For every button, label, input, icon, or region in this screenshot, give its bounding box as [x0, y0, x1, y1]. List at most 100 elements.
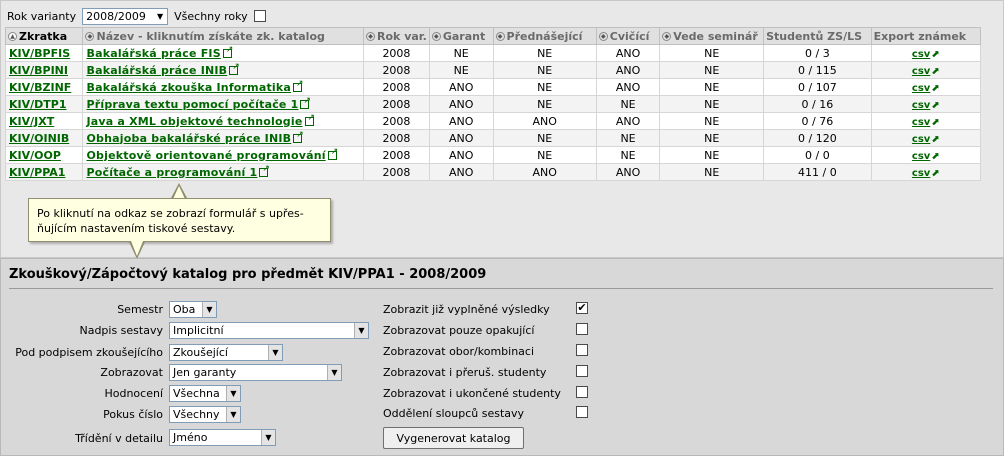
course-code-link[interactable]: KIV/BPINI: [9, 64, 68, 77]
external-link-icon: [300, 96, 311, 109]
lecturer-cell: NE: [492, 95, 597, 113]
col-garant[interactable]: ◆ Garant: [428, 27, 494, 45]
export-icon: ⬈: [931, 48, 940, 60]
option-label: Oddělení sloupců sestavy: [383, 407, 525, 420]
csv-export-link[interactable]: csv: [912, 83, 930, 94]
students-cell: 411 / 0: [763, 163, 872, 181]
course-code-link[interactable]: KIV/BZINF: [9, 81, 71, 94]
tutor-cell: ANO: [595, 78, 661, 96]
col-lecturer[interactable]: ◆ Přednášející: [492, 27, 597, 45]
option-checkbox-field[interactable]: [576, 344, 588, 356]
csv-export-link[interactable]: csv: [912, 100, 930, 111]
col-name[interactable]: ◆ Název - kliknutím získáte zk. katalog: [82, 27, 365, 45]
zobrazovat-label: Zobrazovat: [100, 366, 163, 379]
course-code-link[interactable]: KIV/OINIB: [9, 132, 69, 145]
chevron-down-icon: ▼: [327, 365, 341, 380]
option-checkbox-finished[interactable]: [576, 386, 588, 398]
nadpis-select[interactable]: Implicitní ▼: [169, 322, 369, 339]
table-row: KIV/BZINF Bakalářská zkouška Informatika…: [4, 78, 982, 96]
tooltip-arrow-down-fill: [131, 241, 143, 256]
lecturer-cell: NE: [492, 44, 597, 62]
garant-cell: ANO: [428, 112, 494, 130]
course-name-link[interactable]: Bakalářská zkouška Informatika: [86, 81, 291, 94]
export-icon: ⬈: [931, 150, 940, 162]
tutor-cell: NE: [595, 129, 661, 147]
sort-icon: ◆: [598, 32, 608, 41]
pokus-select[interactable]: Všechny ▼: [169, 406, 241, 423]
option-checkbox-interrupted[interactable]: [576, 365, 588, 377]
hodnoceni-select[interactable]: Všechna ▼: [169, 385, 241, 402]
semestr-label: Semestr: [117, 303, 163, 316]
sort-icon: ◆: [431, 32, 441, 41]
seminar-cell: NE: [659, 95, 765, 113]
seminar-cell: NE: [659, 163, 765, 181]
generate-catalog-button[interactable]: Vygenerovat katalog: [383, 427, 524, 449]
garant-cell: ANO: [428, 78, 494, 96]
csv-export-link[interactable]: csv: [912, 117, 930, 128]
col-students: Studentů ZS/LS: [763, 27, 872, 45]
course-name-link[interactable]: Příprava textu pomocí počítače 1: [86, 98, 298, 111]
csv-export-link[interactable]: csv: [912, 151, 930, 162]
course-code-link[interactable]: KIV/PPA1: [9, 166, 65, 179]
garant-cell: ANO: [428, 129, 494, 147]
year-cell: 2008: [363, 129, 430, 147]
csv-export-link[interactable]: csv: [912, 134, 930, 145]
students-cell: 0 / 76: [763, 112, 872, 130]
filter-bar: Rok varianty 2008/2009 ▼ Všechny roky: [7, 7, 266, 25]
export-icon: ⬈: [931, 82, 940, 94]
all-years-checkbox[interactable]: [253, 10, 266, 22]
course-name-link[interactable]: Obhajoba bakalářské práce INIB: [86, 132, 291, 145]
external-link-icon: [327, 147, 338, 160]
col-tutor[interactable]: ◆ Cvičící: [595, 27, 661, 45]
export-icon: ⬈: [931, 116, 940, 128]
csv-export-link[interactable]: csv: [912, 66, 930, 77]
tutor-cell: ANO: [595, 163, 661, 181]
semestr-value: Oba: [173, 303, 196, 316]
table-row: KIV/PPA1 Počítače a programování 1 2008 …: [4, 163, 982, 181]
course-code-link[interactable]: KIV/JXT: [9, 115, 54, 128]
podpis-select[interactable]: Zkoušející ▼: [169, 344, 283, 361]
podpis-label: Pod podpisem zkoušejícího: [15, 346, 163, 359]
course-list-panel: Rok varianty 2008/2009 ▼ Všechny roky ▲ Z…: [0, 0, 1004, 259]
sort-icon: ◆: [495, 32, 505, 41]
chevron-down-icon: ▼: [226, 386, 240, 401]
hodnoceni-value: Všechna: [173, 387, 220, 400]
zobrazovat-select[interactable]: Jen garanty ▼: [169, 364, 342, 381]
export-icon: ⬈: [931, 167, 940, 179]
students-cell: 0 / 16: [763, 95, 872, 113]
lecturer-cell: NE: [492, 78, 597, 96]
csv-export-link[interactable]: csv: [912, 168, 930, 179]
option-checkbox-filled-results[interactable]: ✔: [576, 302, 588, 314]
export-icon: ⬈: [931, 133, 940, 145]
col-year[interactable]: ◆ Rok var.: [363, 27, 430, 45]
course-code-link[interactable]: KIV/DTP1: [9, 98, 67, 111]
chevron-down-icon: ▼: [226, 407, 240, 422]
external-link-icon: [229, 62, 240, 75]
option-label: Zobrazovat i přeruš. studenty: [383, 366, 547, 379]
course-name-link[interactable]: Bakalářská práce FIS: [86, 47, 220, 60]
garant-cell: ANO: [428, 95, 494, 113]
option-label: Zobrazovat i ukončené studenty: [383, 387, 561, 400]
option-checkbox-repeating[interactable]: [576, 323, 588, 335]
external-link-icon: [304, 113, 315, 126]
course-code-link[interactable]: KIV/OOP: [9, 149, 61, 162]
course-code-link[interactable]: KIV/BPFIS: [9, 47, 70, 60]
students-cell: 0 / 120: [763, 129, 872, 147]
course-name-link[interactable]: Objektově orientované programování: [86, 149, 325, 162]
course-name-link[interactable]: Počítače a programování 1: [86, 166, 257, 179]
all-years-label: Všechny roky: [174, 9, 248, 23]
course-name-link[interactable]: Bakalářská práce INIB: [86, 64, 227, 77]
semestr-select[interactable]: Oba ▼: [169, 301, 217, 318]
export-icon: ⬈: [931, 65, 940, 77]
course-name-link[interactable]: Java a XML objektové technologie: [86, 115, 302, 128]
tutor-cell: NE: [595, 146, 661, 164]
col-seminar[interactable]: ◆ Vede seminář: [659, 27, 765, 45]
trideni-select[interactable]: Jméno ▼: [169, 429, 276, 446]
year-select[interactable]: 2008/2009 ▼: [82, 7, 169, 25]
year-select-value: 2008/2009: [86, 9, 146, 23]
csv-export-link[interactable]: csv: [912, 49, 930, 60]
option-checkbox-column-separation[interactable]: [576, 406, 588, 418]
year-cell: 2008: [363, 78, 430, 96]
col-code[interactable]: ▲ Zkratka: [4, 27, 84, 45]
courses-table: ▲ Zkratka ◆ Název - kliknutím získáte zk. …: [4, 27, 982, 181]
